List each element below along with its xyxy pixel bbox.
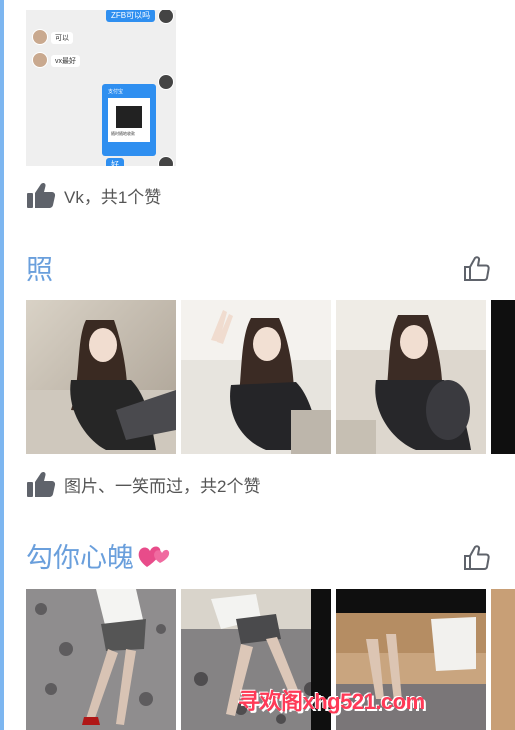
chat-bubble-top: ZFB可以吗 <box>106 10 156 22</box>
chat-bubble-msg-1: 可以 <box>51 32 73 44</box>
album-photo[interactable] <box>336 300 486 454</box>
avatar <box>158 10 174 24</box>
like-button[interactable] <box>463 255 491 283</box>
watermark: 寻欢阁xhg521.com <box>238 689 425 714</box>
avatar <box>158 156 174 166</box>
alipay-card: 支付宝 随时随地收款 <box>102 84 156 156</box>
album-photo[interactable] <box>181 300 331 454</box>
likes-text: Vk，共1个赞 <box>64 187 162 207</box>
album-title: 勾你心魄 <box>26 543 134 573</box>
pay-card-brand: 支付宝 <box>108 89 124 95</box>
qr-code-icon <box>116 106 142 128</box>
heart-emoji-icon <box>136 539 172 580</box>
avatar <box>158 74 174 90</box>
album-photo[interactable] <box>491 300 515 454</box>
thumbs-up-icon <box>27 182 56 208</box>
like-button[interactable] <box>463 544 491 572</box>
album-photo[interactable] <box>491 589 515 730</box>
thumbs-up-outline-icon <box>464 256 490 281</box>
pay-card-title: 随时随地收款 <box>111 131 135 136</box>
chat-screenshot-image[interactable]: ZFB可以吗 可以 vx最好 支付宝 随时随地收款 好 <box>26 10 176 166</box>
likes-row: 图片、一笑而过，共2个赞 <box>26 469 260 499</box>
album-title-row[interactable]: 勾你心魄 <box>26 536 172 580</box>
avatar <box>32 52 48 68</box>
avatar <box>32 29 48 45</box>
album-photo[interactable] <box>26 589 176 730</box>
left-accent-rail <box>0 0 4 730</box>
album-photo[interactable] <box>26 300 176 454</box>
album-title[interactable]: 照 <box>26 248 53 287</box>
thumbs-up-icon <box>27 471 56 497</box>
thumbs-up-outline-icon <box>464 545 490 570</box>
chat-bubble-msg-2: vx最好 <box>51 55 80 67</box>
chat-bubble-bottom: 好 <box>106 158 124 166</box>
likes-text: 图片、一笑而过，共2个赞 <box>64 476 261 496</box>
likes-row: Vk，共1个赞 <box>26 180 161 210</box>
